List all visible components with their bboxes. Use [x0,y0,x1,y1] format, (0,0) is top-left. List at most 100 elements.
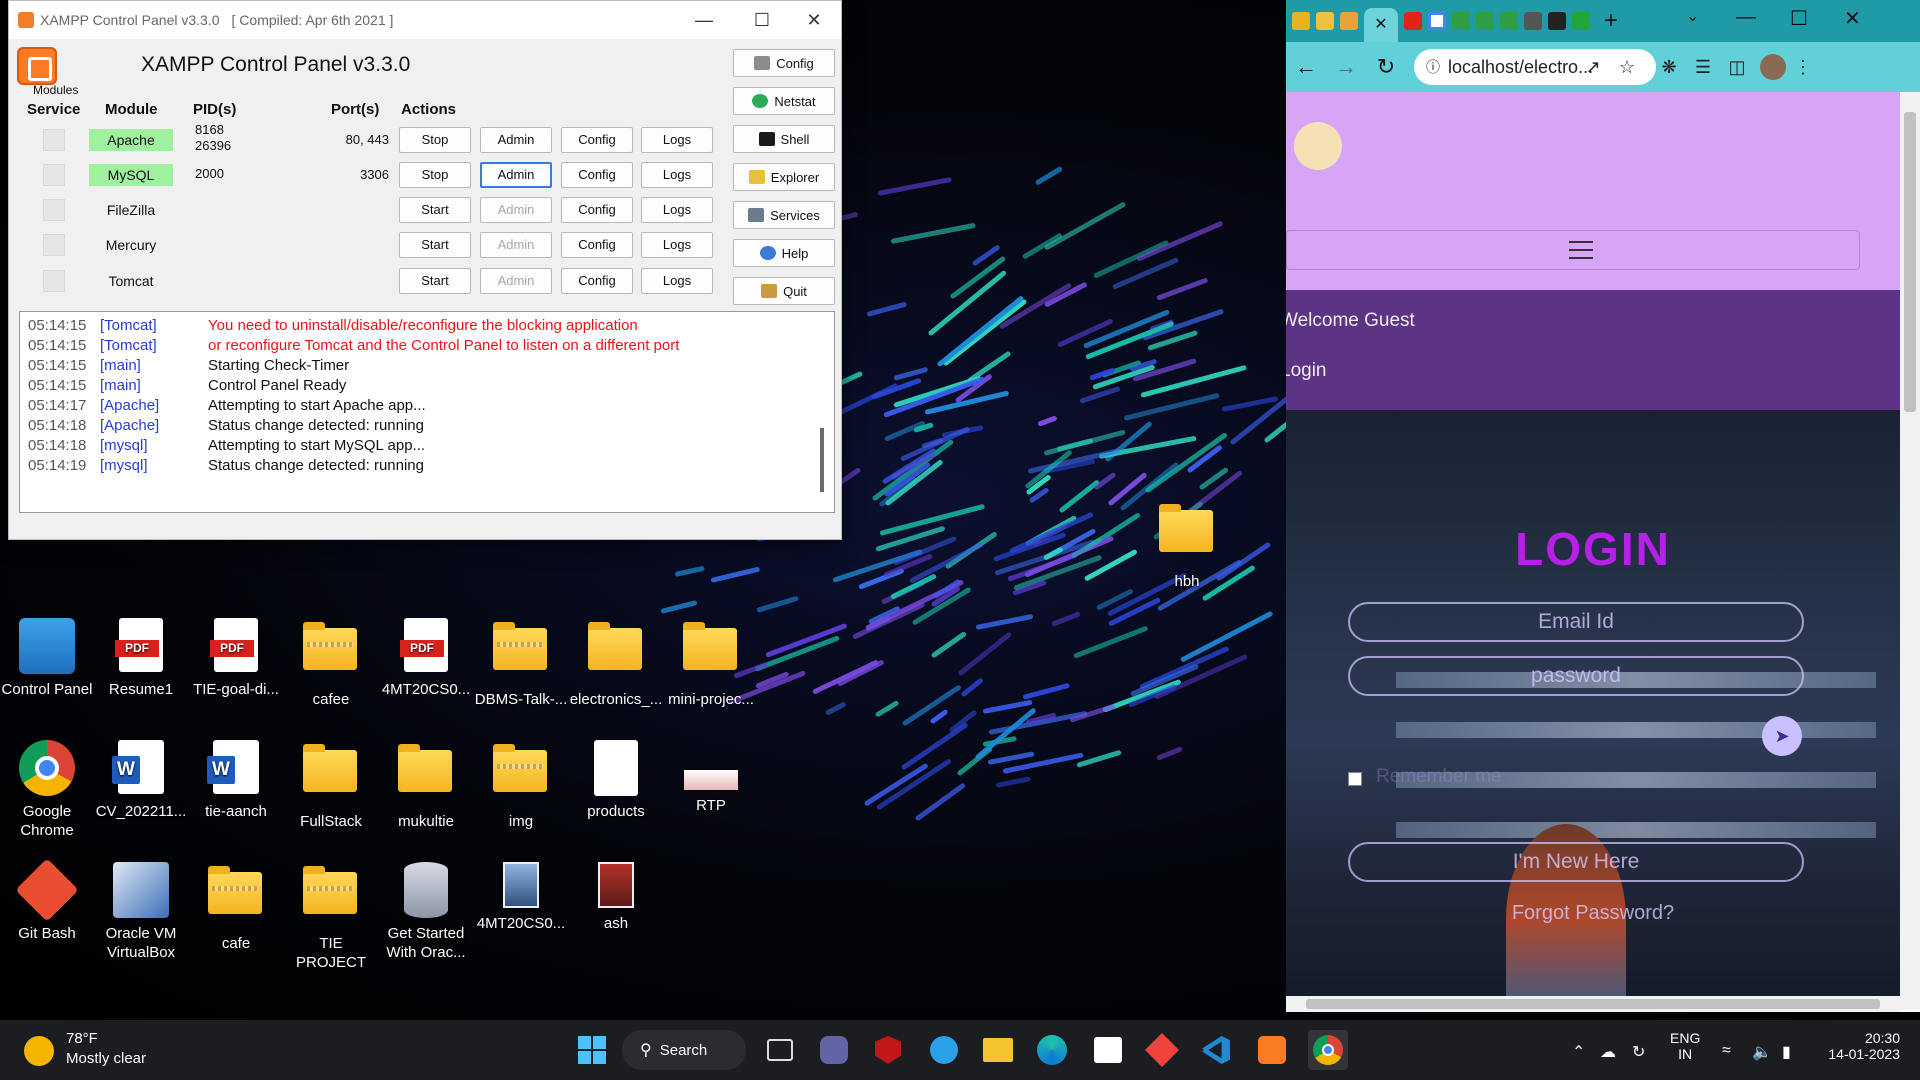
tomcat-config-button[interactable]: Config [561,268,633,294]
tab-favicon[interactable] [1524,12,1542,30]
service-checkbox[interactable] [43,234,65,256]
desktop-icon-google-chrome[interactable]: Google Chrome [0,740,94,840]
mercury-start-button[interactable]: Start [399,232,471,258]
filezilla-logs-button[interactable]: Logs [641,197,713,223]
filezilla-start-button[interactable]: Start [399,197,471,223]
desktop-icon-cafe[interactable]: cafe [189,862,283,953]
mercury-logs-button[interactable]: Logs [641,232,713,258]
weather-moon-icon[interactable] [24,1036,54,1066]
chrome-taskbar-icon[interactable] [1308,1030,1348,1070]
chrome-window[interactable]: ✕ + ⌄ — ☐ ✕ ← → ↻ ⓘ localhost/electro...… [1286,0,1920,1012]
apache-logs-button[interactable]: Logs [641,127,713,153]
apache-admin-button[interactable]: Admin [480,127,552,153]
maximize-icon[interactable]: ☐ [1790,6,1808,31]
desktop-icon-control-panel[interactable]: Control Panel [0,618,94,699]
close-icon[interactable]: ✕ [1844,6,1861,31]
wifi-icon[interactable]: ≈ [1722,1042,1731,1060]
help-side-button[interactable]: Help [733,239,835,267]
tomcat-start-button[interactable]: Start [399,268,471,294]
email-input[interactable]: Email Id [1348,602,1804,642]
service-checkbox[interactable] [43,270,65,292]
youtube-tab-icon[interactable] [1404,12,1422,30]
battery-icon[interactable]: ▮ [1782,1042,1791,1062]
reload-icon[interactable]: ↻ [1366,54,1406,80]
horizontal-scrollbar[interactable] [1286,996,1900,1012]
extensions-icon[interactable]: ❋ [1652,57,1686,78]
remember-checkbox[interactable] [1348,772,1362,786]
tab-favicon[interactable] [1292,12,1310,30]
task-view-icon[interactable] [760,1030,800,1070]
mysql-admin-button[interactable]: Admin [480,162,552,188]
maximize-icon[interactable]: ☐ [733,1,791,39]
desktop-icon-4mt20cs0[interactable]: PDF 4MT20CS0... [379,618,473,699]
desktop-icon-tie-goal-di[interactable]: PDF TIE-goal-di... [189,618,283,699]
desktop-icon-ash[interactable]: ash [569,862,663,933]
weather-temp[interactable]: 78°F [66,1030,98,1047]
menu-kebab-icon[interactable]: ⋮ [1786,57,1820,78]
tab-favicon[interactable] [1548,12,1566,30]
volume-icon[interactable]: 🔈 [1752,1042,1772,1062]
teams-chat-icon[interactable] [814,1030,854,1070]
filezilla-config-button[interactable]: Config [561,197,633,223]
new-here-button[interactable]: I'm New Here [1348,842,1804,882]
mercury-config-button[interactable]: Config [561,232,633,258]
desktop-icon-get-started-with-orac[interactable]: Get Started With Orac... [379,862,473,962]
vscode-icon[interactable] [1196,1030,1236,1070]
desktop-icon-tie-aanch[interactable]: Wtie-aanch [189,740,283,821]
desktop-icon-electronics[interactable]: electronics_... [569,618,663,709]
tab-favicon[interactable] [1452,12,1470,30]
show-hidden-icons-chevron-icon[interactable]: ⌃ [1572,1042,1585,1062]
config-side-button[interactable]: Config [733,49,835,77]
desktop-icon-tie-project[interactable]: TIE PROJECT [284,862,378,972]
get-help-icon[interactable] [924,1030,964,1070]
shell-side-button[interactable]: Shell [733,125,835,153]
mysql-start-button[interactable]: Stop [399,162,471,188]
weather-desc[interactable]: Mostly clear [66,1050,146,1067]
desktop-icon-rtp[interactable]: RTP [664,740,758,815]
bookmark-star-icon[interactable]: ☆ [1610,57,1644,78]
explorer-side-button[interactable]: Explorer [733,163,835,191]
store-icon[interactable] [1088,1030,1128,1070]
forward-arrow-icon[interactable]: → [1326,54,1366,80]
tab-search-chevron-icon[interactable]: ⌄ [1686,6,1699,26]
file-explorer-icon[interactable] [978,1030,1018,1070]
back-arrow-icon[interactable]: ← [1286,54,1326,80]
info-icon[interactable]: ⓘ [1426,57,1440,77]
minimize-icon[interactable]: — [675,1,733,39]
tab-favicon[interactable] [1340,12,1358,30]
desktop-icon-img[interactable]: img [474,740,568,831]
clock[interactable]: 20:30 14-01-2023 [1820,1030,1900,1062]
vertical-scrollbar[interactable] [1900,92,1920,1010]
start-icon[interactable] [572,1030,612,1070]
taskbar-search[interactable]: ⚲ Search [622,1030,746,1070]
new-tab-button[interactable]: + [1604,7,1618,35]
mcafee-icon[interactable] [868,1030,908,1070]
media-control-icon[interactable]: ☰ [1686,57,1720,78]
service-checkbox[interactable] [43,129,65,151]
mysql-logs-button[interactable]: Logs [641,162,713,188]
google-tab-icon[interactable] [1428,12,1446,30]
desktop-icon-dbms-talk[interactable]: DBMS-Talk-... [474,618,568,709]
anydesk-icon[interactable] [1142,1030,1182,1070]
navbar-toggler[interactable] [1286,230,1860,270]
log-panel[interactable]: 05:14:15 [Tomcat] You need to uninstall/di… [19,311,835,513]
quit-side-button[interactable]: Quit [733,277,835,305]
desktop-icon-fullstack[interactable]: FullStack [284,740,378,831]
tab-favicon[interactable] [1572,12,1590,30]
desktop-icon-git-bash[interactable]: Git Bash [0,858,94,943]
sync-icon[interactable]: ↻ [1632,1042,1645,1062]
tab-favicon[interactable] [1476,12,1494,30]
login-link[interactable]: Login [1286,360,1327,382]
apache-config-button[interactable]: Config [561,127,633,153]
tab-favicon[interactable] [1316,12,1334,30]
desktop-icon-cafee[interactable]: cafee [284,618,378,709]
log-scrollbar[interactable] [820,428,824,492]
desktop-icon-mukultie[interactable]: mukultie [379,740,473,831]
mysql-config-button[interactable]: Config [561,162,633,188]
xampp-window[interactable]: XAMPP Control Panel v3.3.0 [ Compiled: A… [8,0,842,540]
language-indicator[interactable]: ENG IN [1670,1030,1700,1062]
desktop-icon-mini-projec[interactable]: mini-projec... [664,618,758,709]
site-logo-robot-icon[interactable] [1294,122,1342,170]
share-icon[interactable]: ↗ [1576,57,1610,78]
password-input[interactable]: password [1348,656,1804,696]
